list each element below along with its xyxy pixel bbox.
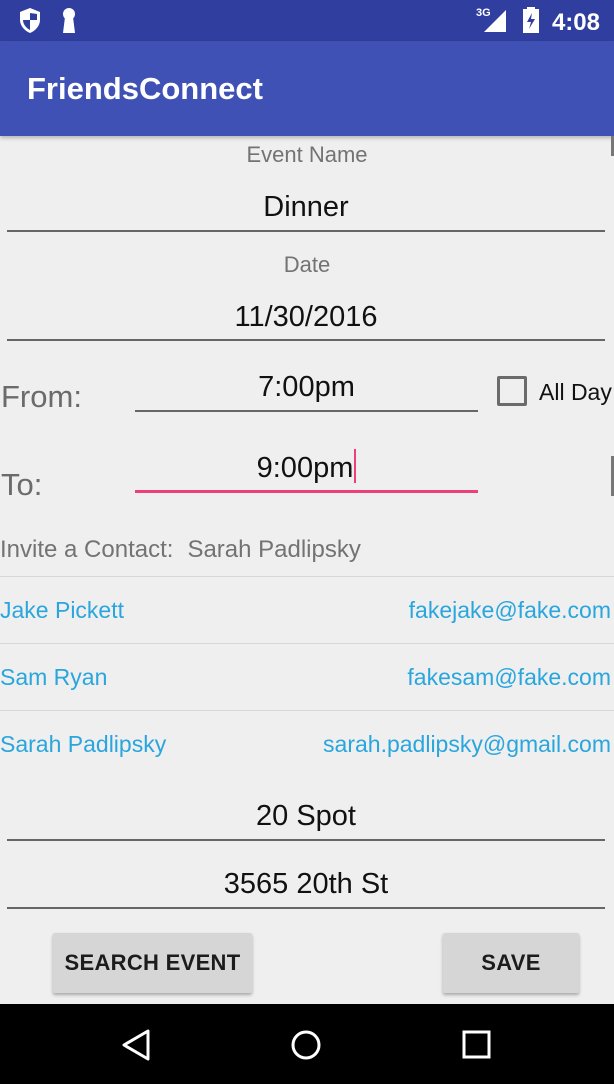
contact-row[interactable]: Sam Ryan fakesam@fake.com: [0, 643, 614, 710]
recents-icon[interactable]: [461, 1028, 493, 1067]
to-time-input[interactable]: 9:00pm: [135, 449, 478, 485]
text-cursor: [354, 449, 357, 483]
contact-row[interactable]: Jake Pickett fakejake@fake.com: [0, 576, 614, 643]
svg-text:3G: 3G: [476, 7, 491, 19]
date-label: Date: [283, 252, 331, 277]
signal-icon: 3G: [476, 6, 510, 39]
contact-email[interactable]: sarah.padlipsky@gmail.com: [323, 731, 611, 758]
address-input[interactable]: 3565 20th St: [7, 868, 605, 901]
event-name-label: Event Name: [246, 142, 368, 167]
to-underline-focused: [135, 490, 478, 493]
to-label: To:: [1, 467, 43, 502]
address-underline: [7, 907, 605, 909]
status-time: 4:08: [551, 8, 600, 36]
navigation-bar: [0, 1004, 614, 1084]
keyhole-icon: [60, 7, 78, 39]
from-label: From:: [1, 379, 82, 414]
contact-email[interactable]: fakejake@fake.com: [409, 597, 611, 624]
location-name-input[interactable]: 20 Spot: [7, 800, 605, 833]
from-time-input[interactable]: 7:00pm: [135, 371, 478, 404]
selected-contact[interactable]: Sarah Padlipsky: [187, 536, 360, 563]
back-icon[interactable]: [120, 1028, 152, 1067]
event-name-underline: [7, 230, 605, 232]
contact-name[interactable]: Sarah Padlipsky: [0, 731, 166, 758]
invite-contact-row: Invite a Contact: Sarah Padlipsky: [0, 536, 361, 564]
to-time-value: 9:00pm: [256, 452, 354, 484]
event-name-input[interactable]: Dinner: [7, 191, 605, 224]
date-underline: [7, 339, 605, 341]
contact-name[interactable]: Jake Pickett: [0, 597, 124, 624]
from-underline: [135, 410, 478, 412]
contact-name[interactable]: Sam Ryan: [0, 664, 107, 691]
shield-icon: [18, 7, 42, 39]
invite-contact-label: Invite a Contact:: [0, 536, 174, 563]
all-day-label[interactable]: All Day: [539, 379, 612, 406]
event-form: Event Name Dinner Date 11/30/2016 From: …: [0, 136, 614, 1004]
all-day-checkbox[interactable]: [497, 376, 527, 406]
app-title: FriendsConnect: [27, 71, 263, 106]
save-button[interactable]: SAVE: [443, 933, 579, 993]
contact-list: Jake Pickett fakejake@fake.com Sam Ryan …: [0, 576, 614, 777]
app-bar: FriendsConnect: [0, 41, 614, 136]
location-name-underline: [7, 839, 605, 841]
contact-row[interactable]: Sarah Padlipsky sarah.padlipsky@gmail.co…: [0, 710, 614, 777]
date-input[interactable]: 11/30/2016: [7, 301, 605, 334]
status-bar: 3G 4:08: [0, 0, 614, 41]
battery-icon: [522, 6, 540, 39]
home-icon[interactable]: [290, 1028, 322, 1067]
contact-email[interactable]: fakesam@fake.com: [407, 664, 611, 691]
search-event-button[interactable]: SEARCH EVENT: [53, 933, 252, 993]
